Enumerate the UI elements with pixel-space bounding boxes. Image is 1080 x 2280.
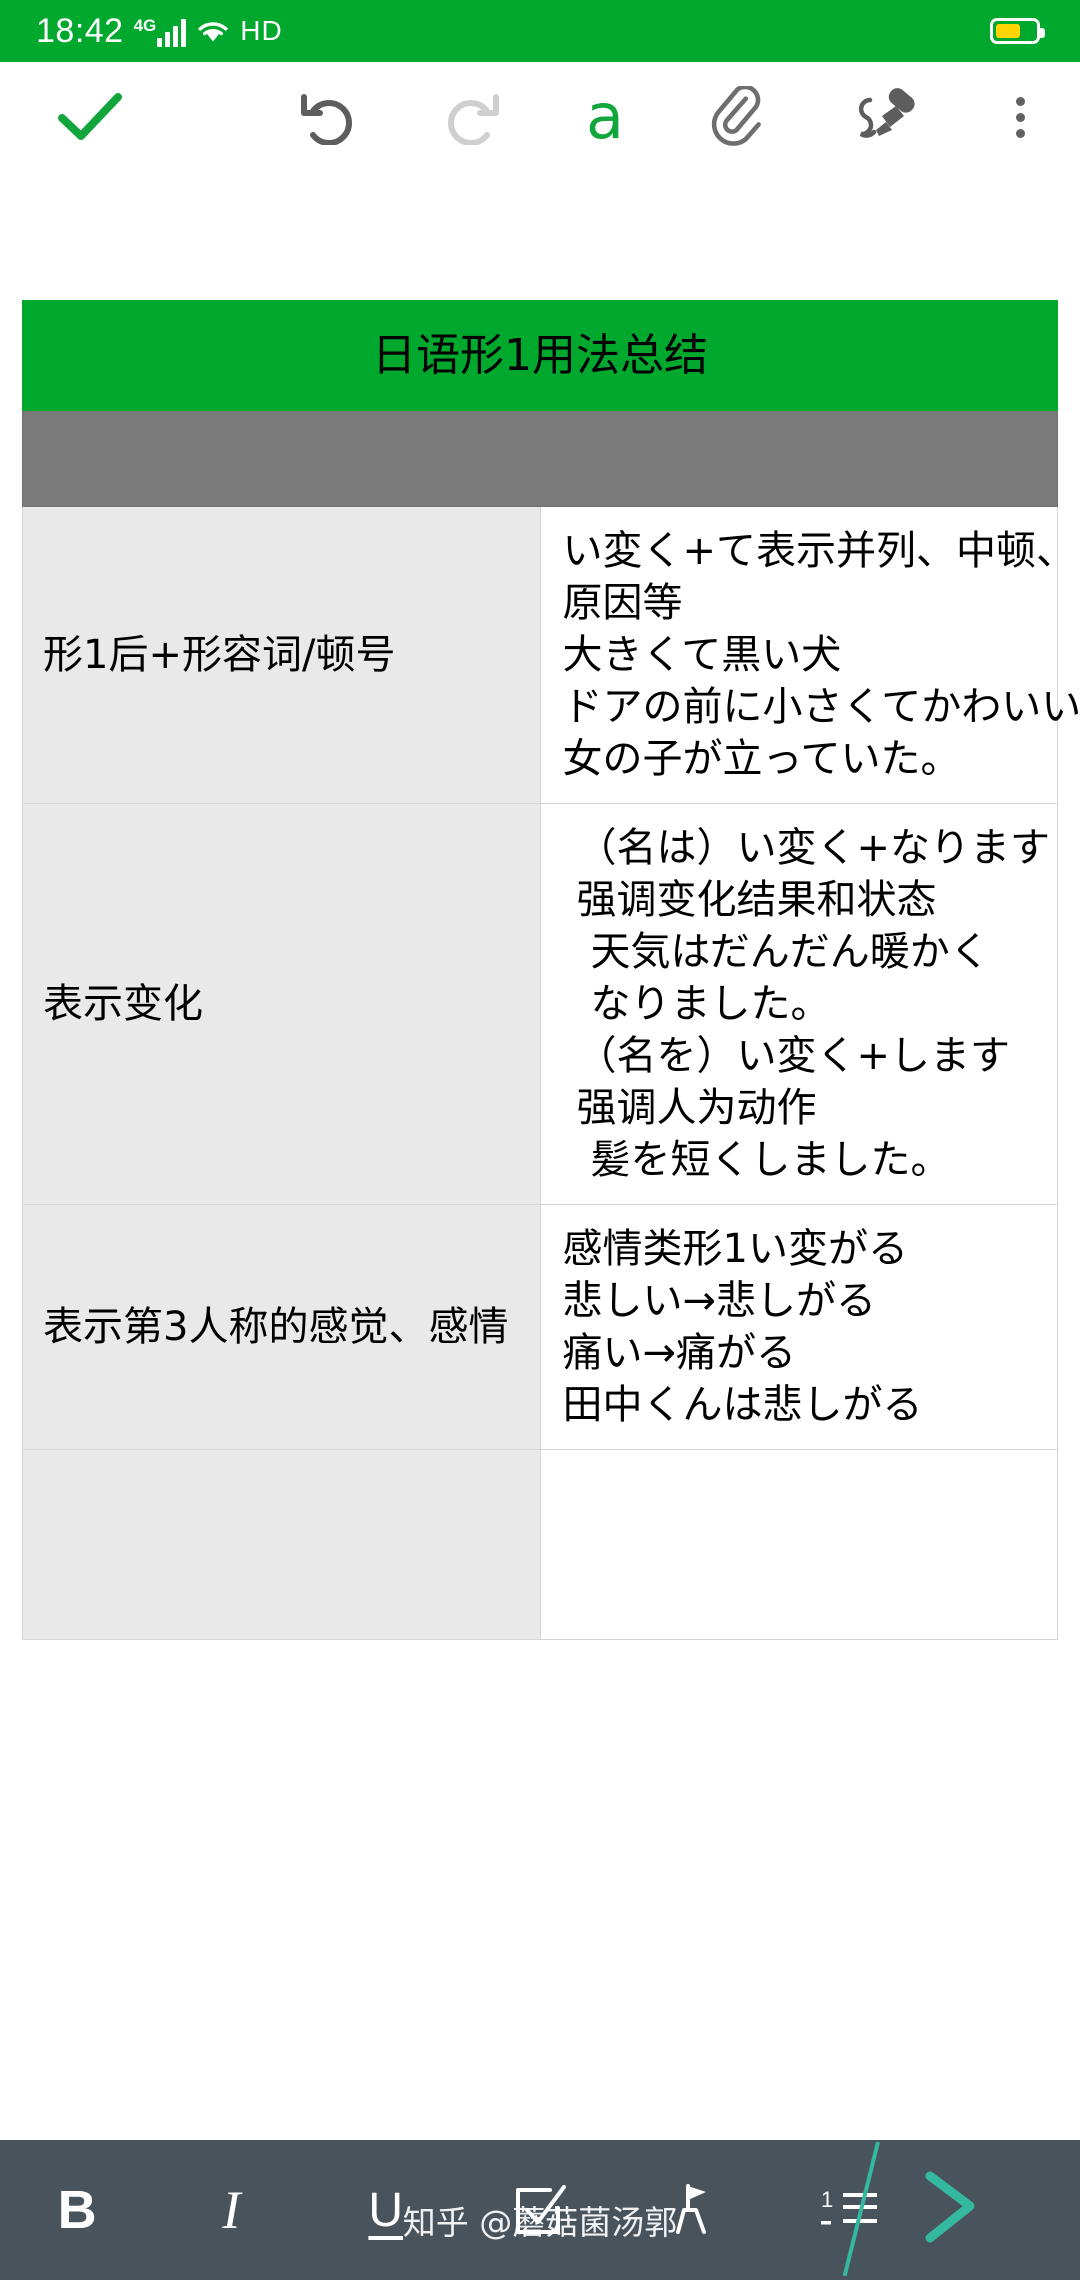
done-check-button[interactable] — [0, 62, 180, 172]
content-line: （名は）い変く+なります — [576, 825, 1051, 872]
status-bar: 18:42 4G HD — [0, 0, 1080, 62]
undo-button[interactable] — [260, 62, 400, 172]
content-line: 田中くんは悲しがる — [562, 1382, 923, 1429]
checkbox-icon — [515, 2185, 566, 2234]
content-line: 髪を短くしました。 — [590, 1137, 951, 1184]
numbered-list-icon: 1 — [820, 2187, 877, 2225]
content-line: （名を）い変く+します — [576, 1033, 1011, 1080]
text-format-icon: a — [586, 80, 624, 153]
content-line: 大きくて黒い犬 — [562, 632, 842, 679]
italic-icon: I — [222, 2180, 241, 2240]
redo-icon — [448, 94, 499, 145]
signal-bars-icon: 4G — [134, 15, 187, 47]
underline-button[interactable]: U — [309, 2140, 463, 2280]
bold-button[interactable]: B — [0, 2140, 154, 2280]
editor-top-toolbar: a — [0, 62, 1080, 172]
content-line: 天気はだんだん暖かく — [590, 929, 990, 976]
more-options-button[interactable] — [960, 62, 1080, 172]
row-content-cell[interactable] — [539, 1449, 1058, 1641]
row-content-cell[interactable]: い変く+て表示并列、中顿、 原因等 大きくて黒い犬 ドアの前に小さくてかわいい … — [539, 506, 1080, 805]
table-row: 形1后+形容词/顿号 い変く+て表示并列、中顿、 原因等 大きくて黒い犬 ドアの… — [22, 506, 1080, 805]
content-line: 原因等 — [562, 580, 683, 627]
numbered-list-button[interactable]: 1 — [771, 2140, 925, 2280]
next-button[interactable] — [926, 2140, 1080, 2280]
table-subheader-cell[interactable] — [22, 410, 1058, 508]
table-title-row: 日语形1用法总结 — [22, 299, 1058, 412]
table-body: 日语形1用法总结 形1后+形容词/顿号 い変く+て表示并列、中顿、 原因等 大き… — [22, 299, 1080, 1641]
highlighter-button[interactable] — [617, 2140, 771, 2280]
content-line: なりました。 — [590, 981, 831, 1028]
svg-text:1: 1 — [821, 2187, 833, 2212]
content-line: ドアの前に小さくてかわいい — [562, 684, 1080, 731]
row-content-cell[interactable]: 感情类形1い変がる 悲しい→悲しがる 痛い→痛がる 田中くんは悲しがる — [539, 1204, 1058, 1451]
checklist-button[interactable] — [463, 2140, 617, 2280]
battery-icon — [990, 18, 1045, 44]
content-line: 痛い→痛がる — [562, 1330, 797, 1377]
table-row: 表示第3人称的感觉、感情 感情类形1い変がる 悲しい→悲しがる 痛い→痛がる 田… — [22, 1204, 1058, 1451]
wifi-icon — [196, 18, 230, 44]
network-type-label: 4G — [133, 16, 157, 35]
grammar-summary-table: 日语形1用法总结 形1后+形容词/顿号 い変く+て表示并列、中顿、 原因等 大き… — [22, 299, 1080, 1641]
table-title-cell[interactable]: 日语形1用法总结 — [22, 299, 1058, 412]
highlighter-icon — [676, 2184, 707, 2234]
row-label-cell[interactable]: 形1后+形容词/顿号 — [22, 506, 541, 805]
phone-screen: 18:42 4G HD a 日语形1用法总结 形1后+形容词/顿号 い変く+て表… — [0, 0, 1080, 2280]
formatting-toolbar: B I U 1 — [0, 2140, 1080, 2280]
row-label-cell[interactable]: 表示变化 — [22, 803, 541, 1206]
row-label-cell[interactable] — [22, 1449, 541, 1641]
row-label-cell[interactable]: 表示第3人称的感觉、感情 — [22, 1204, 541, 1451]
paperclip-icon — [711, 86, 761, 146]
content-line: 女の子が立っていた。 — [562, 736, 961, 783]
bold-icon: B — [57, 2180, 97, 2240]
table-subheader-row — [22, 410, 1058, 508]
content-line: 感情类形1い変がる — [562, 1226, 908, 1273]
hd-label: HD — [240, 15, 283, 46]
content-line: い変く+て表示并列、中顿、 — [562, 528, 1077, 575]
check-icon — [58, 93, 122, 140]
attachment-button[interactable] — [670, 62, 810, 172]
text-format-button[interactable]: a — [540, 62, 670, 172]
handwriting-button[interactable] — [810, 62, 960, 172]
redo-button[interactable] — [400, 62, 540, 172]
undo-icon — [301, 94, 352, 145]
content-line: 强调变化结果和状态 — [576, 877, 937, 924]
more-vertical-icon — [1015, 96, 1025, 138]
underline-icon: U — [368, 2183, 404, 2237]
table-row — [22, 1449, 1058, 1641]
status-bar-clock: 18:42 — [36, 11, 124, 50]
status-bar-right — [990, 18, 1080, 44]
content-line: 悲しい→悲しがる — [562, 1278, 877, 1325]
note-document-area[interactable]: 日语形1用法总结 形1后+形容词/顿号 い変く+て表示并列、中顿、 原因等 大き… — [0, 172, 1080, 2140]
signal-strength-bars — [157, 19, 187, 47]
table-row: 表示变化 （名は）い変く+なります 强调变化结果和状态 天気はだんだん暖かく な… — [22, 803, 1058, 1206]
italic-button[interactable]: I — [154, 2140, 308, 2280]
pen-icon — [858, 88, 915, 138]
row-content-cell[interactable]: （名は）い変く+なります 强调变化结果和状态 天気はだんだん暖かく なりました。… — [539, 803, 1058, 1206]
status-bar-left: 18:42 4G HD — [0, 12, 283, 51]
content-line: 强调人为动作 — [576, 1085, 817, 1132]
